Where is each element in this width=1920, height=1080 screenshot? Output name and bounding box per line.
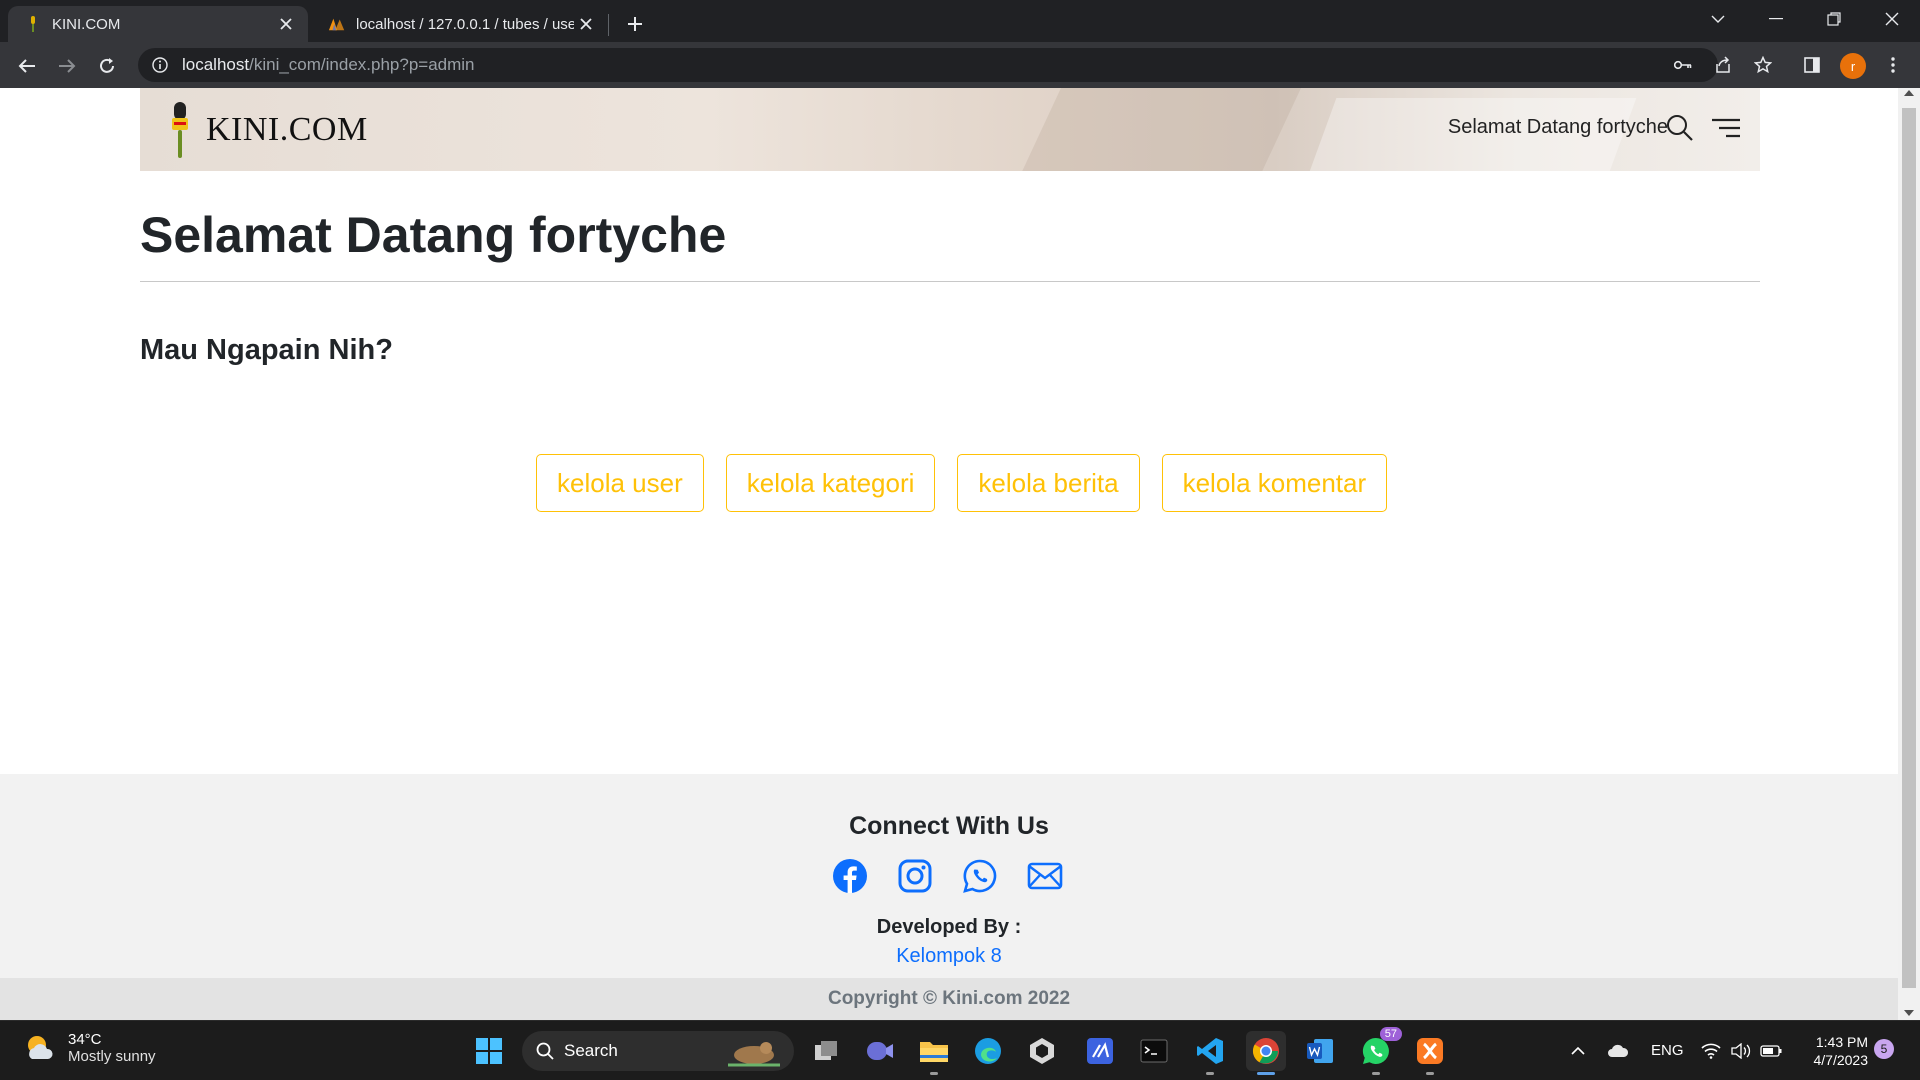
xampp-icon[interactable] xyxy=(1410,1031,1450,1075)
manage-category-button[interactable]: kelola kategori xyxy=(725,454,936,512)
browser-toolbar: localhost/kini_com/index.php?p=admin r xyxy=(0,42,1920,88)
copyright-bar: Copyright © Kini.com 2022 xyxy=(0,978,1898,1020)
search-label: Search xyxy=(564,1041,618,1060)
show-hidden-icons-chevron-icon[interactable] xyxy=(1560,1031,1596,1071)
brand-name: KINI.COM xyxy=(206,111,368,148)
site-info-icon[interactable] xyxy=(150,55,170,75)
tab-close-icon[interactable] xyxy=(274,12,298,36)
share-icon[interactable] xyxy=(1708,50,1738,80)
bookmark-star-icon[interactable] xyxy=(1748,50,1778,80)
tab-close-icon[interactable] xyxy=(574,12,598,36)
hamburger-menu-icon[interactable] xyxy=(1710,112,1742,144)
minimize-icon[interactable] xyxy=(1748,0,1804,38)
tab-separator xyxy=(608,14,609,36)
connect-heading: Connect With Us xyxy=(849,812,1049,840)
admin-actions: kelola user kelola kategori kelola berit… xyxy=(536,454,1388,512)
forward-icon[interactable] xyxy=(50,49,84,83)
taskbar-search[interactable]: Search xyxy=(522,1031,794,1071)
scroll-up-arrow-icon[interactable] xyxy=(1904,90,1914,96)
mail-icon[interactable] xyxy=(1027,858,1063,894)
language-indicator[interactable]: ENG xyxy=(1651,1042,1684,1059)
profile-avatar[interactable]: r xyxy=(1840,53,1866,79)
running-indicator xyxy=(1257,1072,1275,1075)
close-window-icon[interactable] xyxy=(1864,0,1920,38)
chrome-icon[interactable] xyxy=(1246,1031,1286,1075)
address-bar[interactable]: localhost/kini_com/index.php?p=admin xyxy=(138,48,1718,82)
notification-count-badge[interactable]: 5 xyxy=(1874,1039,1894,1059)
brand-link[interactable]: KINI.COM xyxy=(168,100,368,160)
terminal-icon[interactable] xyxy=(1134,1031,1174,1071)
whatsapp-unread-badge: 57 xyxy=(1379,1027,1402,1041)
battery-icon[interactable] xyxy=(1756,1031,1786,1071)
site-footer: Connect With Us Developed By : Kelompok … xyxy=(0,774,1898,978)
browser-tabstrip: KINI.COM localhost / 127.0.0.1 / tubes /… xyxy=(0,0,1920,42)
title-divider xyxy=(140,281,1760,282)
page-subtitle: Mau Ngapain Nih? xyxy=(140,334,393,366)
developed-by-label: Developed By : xyxy=(876,916,1022,938)
restore-icon[interactable] xyxy=(1806,0,1862,38)
manage-news-button[interactable]: kelola berita xyxy=(957,454,1140,512)
tab-title: KINI.COM xyxy=(52,15,121,33)
unity-hub-icon[interactable] xyxy=(1022,1031,1062,1071)
microphone-logo-icon xyxy=(172,102,188,158)
vscode-icon[interactable] xyxy=(1190,1031,1230,1075)
whatsapp-app-icon[interactable]: 57 xyxy=(1356,1027,1402,1075)
social-links xyxy=(832,858,1063,894)
running-indicator xyxy=(1372,1072,1380,1075)
instagram-icon[interactable] xyxy=(897,858,933,894)
onedrive-cloud-icon[interactable] xyxy=(1600,1031,1636,1071)
weather-widget[interactable]: 34°C Mostly sunny xyxy=(24,1031,156,1065)
phpmyadmin-favicon-icon xyxy=(328,15,346,33)
reload-icon[interactable] xyxy=(90,49,124,83)
header-background xyxy=(1014,88,1306,171)
header-greeting: Selamat Datang fortyche xyxy=(1447,116,1668,138)
team-link[interactable]: Kelompok 8 xyxy=(0,945,1898,968)
partly-sunny-icon xyxy=(28,1036,53,1059)
browser-menu-icon[interactable] xyxy=(1878,50,1908,80)
running-indicator xyxy=(1426,1072,1434,1075)
page-viewport: KINI.COM Selamat Datang fortyche Selamat… xyxy=(0,88,1898,1020)
temperature: 34°C xyxy=(68,1031,102,1048)
search-icon xyxy=(536,1042,554,1060)
task-view-icon[interactable] xyxy=(806,1031,846,1071)
running-indicator xyxy=(930,1072,938,1075)
system-clock[interactable]: 1:43 PM 4/7/2023 xyxy=(1800,1033,1869,1069)
side-panel-icon[interactable] xyxy=(1797,50,1827,80)
password-key-icon[interactable] xyxy=(1668,50,1698,80)
page-title: Selamat Datang fortyche xyxy=(140,207,727,263)
back-icon[interactable] xyxy=(10,49,44,83)
search-icon[interactable] xyxy=(1664,112,1696,144)
clock-time: 1:43 PM xyxy=(1815,1034,1868,1050)
page-scrollbar[interactable] xyxy=(1898,88,1920,1020)
teams-chat-icon[interactable] xyxy=(860,1031,900,1071)
windows-taskbar: 34°C Mostly sunny Search 57 ENG 1:43 PM … xyxy=(0,1020,1920,1080)
clock-date: 4/7/2023 xyxy=(1813,1052,1869,1068)
wifi-icon[interactable] xyxy=(1696,1031,1726,1071)
edge-browser-icon[interactable] xyxy=(968,1031,1008,1071)
code-editor-icon[interactable] xyxy=(1080,1031,1120,1071)
search-highlight-icon xyxy=(728,1042,780,1067)
whatsapp-icon[interactable] xyxy=(962,858,998,894)
tab-title: localhost / 127.0.0.1 / tubes / use xyxy=(356,15,574,33)
manage-comment-button[interactable]: kelola komentar xyxy=(1161,454,1388,512)
mic-favicon-icon xyxy=(24,15,42,33)
manage-user-button[interactable]: kelola user xyxy=(536,454,704,512)
new-tab-icon[interactable] xyxy=(620,9,650,39)
scroll-down-arrow-icon[interactable] xyxy=(1904,1010,1914,1016)
tab-phpmyadmin[interactable]: localhost / 127.0.0.1 / tubes / use xyxy=(312,6,608,42)
word-icon[interactable] xyxy=(1300,1031,1340,1071)
file-explorer-icon[interactable] xyxy=(914,1031,954,1075)
url-text: localhost/kini_com/index.php?p=admin xyxy=(182,55,475,74)
weather-description: Mostly sunny xyxy=(68,1048,156,1065)
volume-icon[interactable] xyxy=(1726,1031,1756,1071)
tab-search-chevron-icon[interactable] xyxy=(1690,0,1746,38)
facebook-icon[interactable] xyxy=(832,858,868,894)
scrollbar-thumb[interactable] xyxy=(1902,108,1916,988)
site-header: KINI.COM Selamat Datang fortyche xyxy=(140,88,1760,171)
tab-kini[interactable]: KINI.COM xyxy=(8,6,308,42)
running-indicator xyxy=(1206,1072,1214,1075)
windows-start-icon[interactable] xyxy=(469,1031,509,1071)
